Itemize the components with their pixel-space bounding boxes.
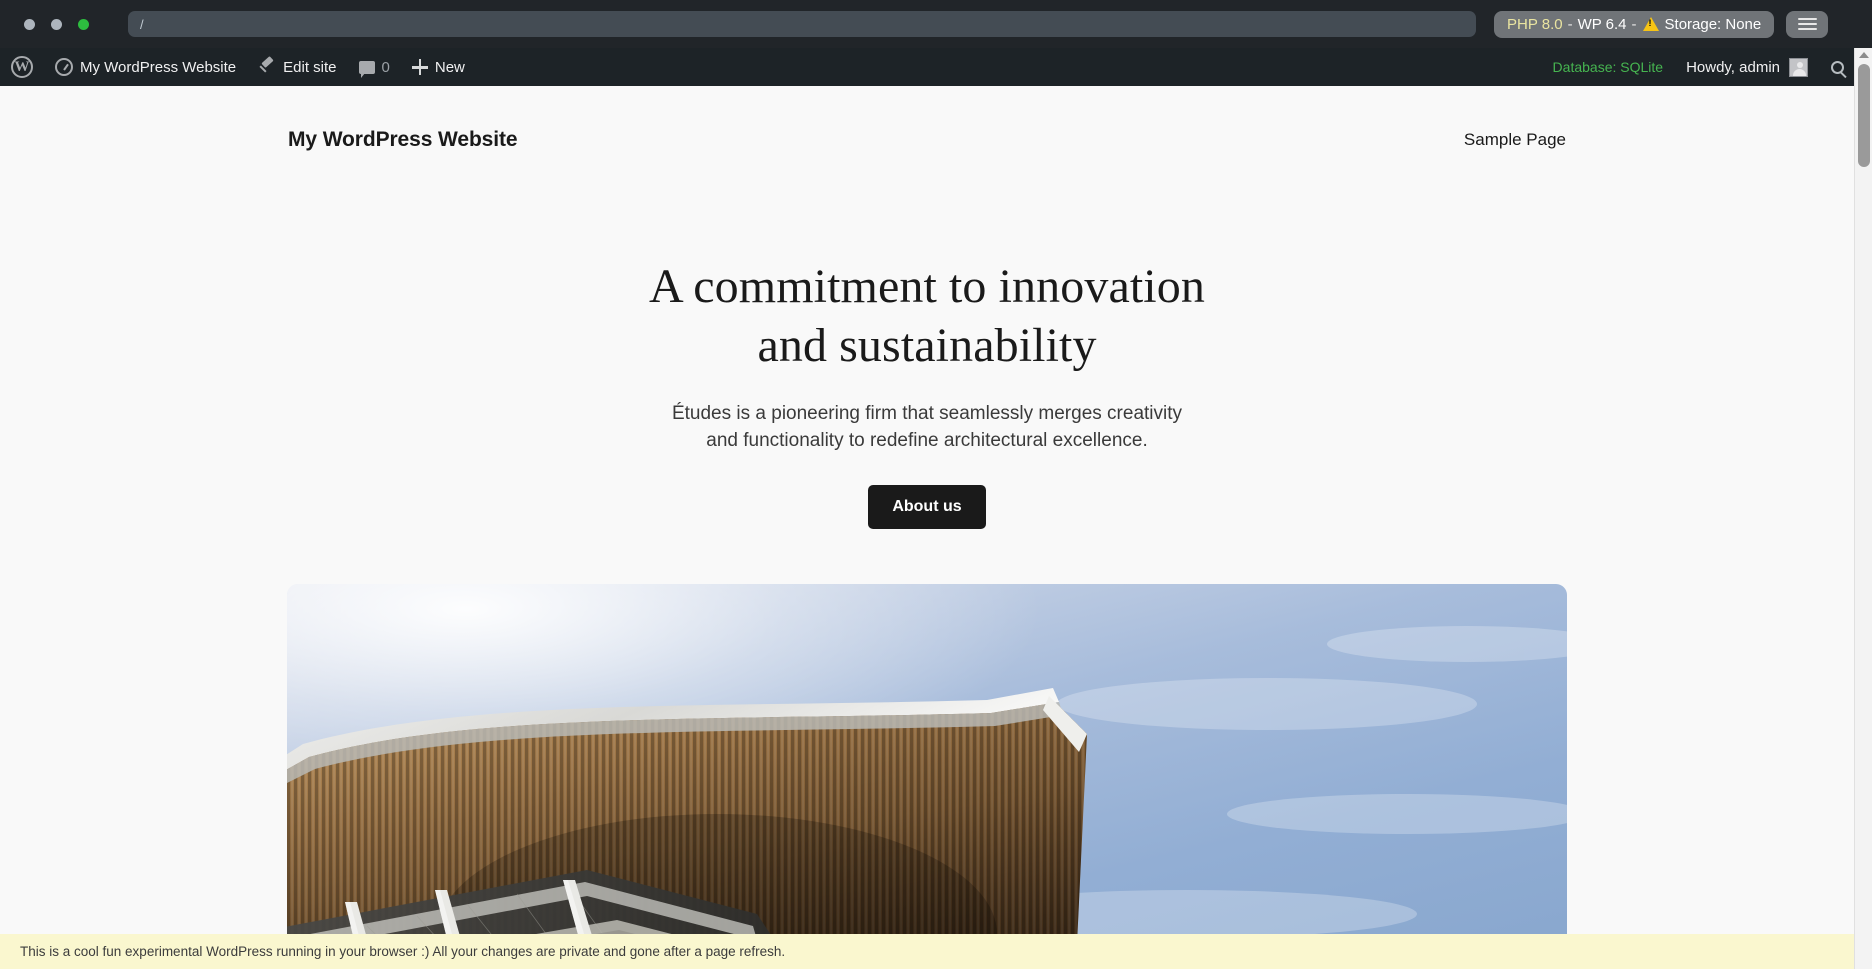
storage-status-label: Storage: None [1664,15,1762,33]
hero-heading: A commitment to innovation and sustainab… [547,258,1307,375]
dashboard-gauge-icon [55,58,73,76]
hero-section: A commitment to innovation and sustainab… [0,166,1854,969]
scroll-up-arrow-icon[interactable] [1858,52,1869,58]
warning-triangle-icon [1642,17,1659,31]
status-separator-2: - [1631,15,1637,33]
site-content: My WordPress Website Sample Page A commi… [0,86,1854,969]
scrollbar-thumb[interactable] [1858,64,1870,167]
admin-bar-new-label: New [434,58,465,76]
admin-bar-item-site-name[interactable]: My WordPress Website [44,48,247,86]
admin-bar-search-button[interactable] [1819,60,1856,74]
admin-bar-site-name-label: My WordPress Website [80,58,237,76]
admin-bar-item-edit-site[interactable]: Edit site [247,48,347,86]
pin-icon [258,58,276,76]
search-icon [1831,60,1844,74]
admin-bar-item-comments[interactable]: 0 [348,48,401,86]
minimize-window-button[interactable] [51,18,62,30]
nav-link-sample-page[interactable]: Sample Page [1464,130,1566,150]
about-us-button[interactable]: About us [868,485,986,530]
url-bar[interactable]: / [128,11,1476,37]
site-header: My WordPress Website Sample Page [0,86,1854,166]
comment-count: 0 [381,58,390,76]
browser-chrome: / PHP 8.0 - WP 6.4 - Storage: None [0,0,1872,48]
admin-bar-left: W My WordPress Website Edit site 0 New [0,48,476,86]
hero-subtitle: Études is a pioneering firm that seamles… [671,403,1183,452]
status-separator-1: - [1567,15,1573,33]
admin-bar-item-new[interactable]: New [401,48,476,86]
wp-logo-menu[interactable]: W [0,48,44,86]
status-pill[interactable]: PHP 8.0 - WP 6.4 - Storage: None [1494,10,1775,38]
browser-chrome-right: PHP 8.0 - WP 6.4 - Storage: None [1494,10,1829,38]
admin-bar-right: Database: SQLite Howdy, admin [1541,48,1872,86]
hero-heading-line-2: and sustainability [757,318,1097,372]
php-version-label: PHP 8.0 [1507,15,1563,33]
database-status-label: Database: SQLite [1552,59,1664,75]
maximize-window-button[interactable] [78,18,89,30]
plus-icon [411,59,428,75]
url-input[interactable]: / [140,17,144,32]
wordpress-logo-icon: W [11,56,33,78]
user-avatar-icon [1789,57,1808,77]
hero-image-illustration [287,584,1567,969]
experimental-wordpress-notice: This is a cool fun experimental WordPres… [0,934,1854,969]
page-scrollbar[interactable] [1854,48,1872,969]
hamburger-menu-icon[interactable] [1786,10,1829,38]
wp-version-label: WP 6.4 [1577,15,1627,33]
hero-image [287,584,1567,969]
hero-heading-line-1: A commitment to innovation [649,260,1205,313]
site-title[interactable]: My WordPress Website [288,128,518,152]
admin-bar-item-howdy[interactable]: Howdy, admin [1675,48,1819,86]
app-root: / PHP 8.0 - WP 6.4 - Storage: None W [0,0,1872,969]
comment-bubble-icon [358,60,375,78]
window-traffic-lights [14,18,118,30]
howdy-label: Howdy, admin [1686,58,1780,76]
admin-bar-edit-site-label: Edit site [283,58,337,76]
close-window-button[interactable] [24,18,35,30]
wordpress-admin-bar: W My WordPress Website Edit site 0 New D… [0,48,1872,86]
site-navigation: Sample Page [1464,130,1566,150]
